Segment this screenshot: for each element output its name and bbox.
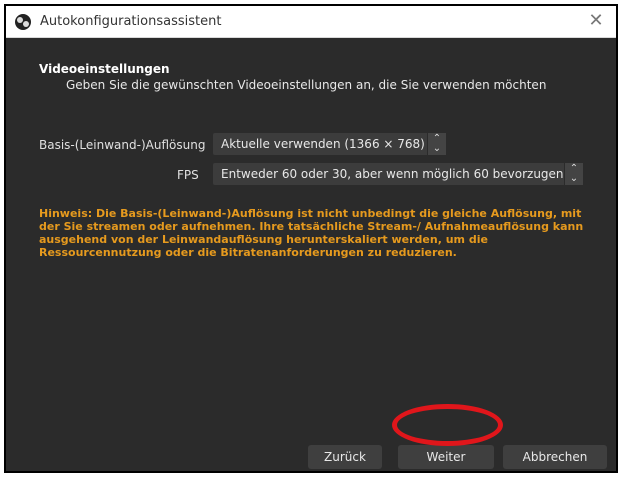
fps-value: Entweder 60 oder 30, aber wenn möglich 6…	[221, 167, 564, 181]
wizard-window: Autokonfigurationsassistent ✕ Videoeinst…	[4, 4, 618, 473]
fps-label: FPS	[177, 168, 199, 182]
section-subtitle: Geben Sie die gewünschten Videoeinstellu…	[66, 78, 547, 92]
close-icon[interactable]: ✕	[586, 11, 606, 31]
fps-select[interactable]: Entweder 60 oder 30, aber wenn möglich 6…	[213, 163, 583, 185]
updown-chevron-icon: ⌃ ⌄	[427, 133, 446, 155]
obs-logo-icon	[15, 13, 31, 30]
back-button[interactable]: Zurück	[308, 445, 382, 469]
resolution-value: Aktuelle verwenden (1366 × 768)	[221, 137, 425, 151]
updown-chevron-icon: ⌃ ⌄	[564, 163, 583, 185]
resolution-label: Basis-(Leinwand-)Auflösung	[39, 138, 206, 152]
wizard-content: Videoeinstellungen Geben Sie die gewünsc…	[6, 38, 616, 471]
title-bar: Autokonfigurationsassistent ✕	[6, 6, 616, 38]
resolution-hint: Hinweis: Die Basis-(Leinwand-)Auflösung …	[39, 207, 584, 259]
cancel-button[interactable]: Abbrechen	[503, 445, 607, 469]
window-title: Autokonfigurationsassistent	[40, 14, 222, 29]
section-title: Videoeinstellungen	[39, 62, 170, 76]
resolution-select[interactable]: Aktuelle verwenden (1366 × 768) ⌃ ⌄	[213, 133, 446, 155]
next-button[interactable]: Weiter	[398, 445, 494, 469]
